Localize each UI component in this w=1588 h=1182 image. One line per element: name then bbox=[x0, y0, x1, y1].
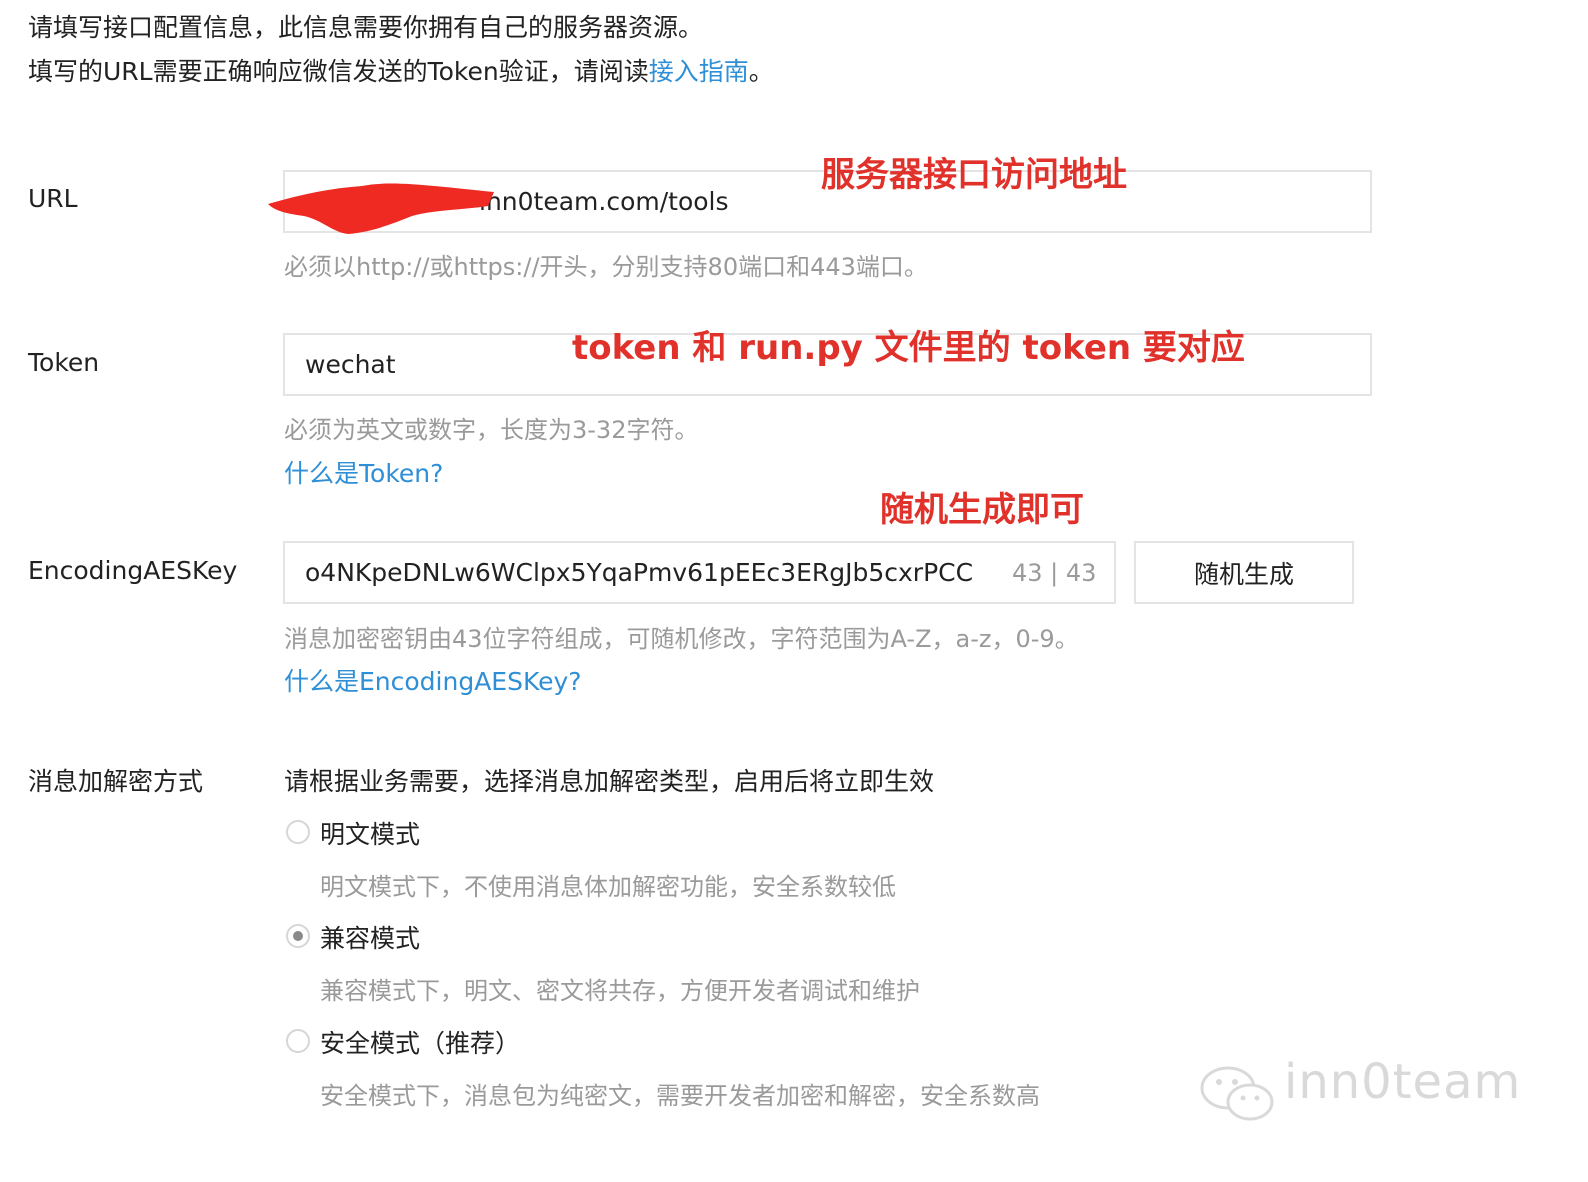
what-is-token-link[interactable]: 什么是Token? bbox=[284, 454, 443, 490]
secure-mode-label[interactable]: 安全模式（推荐） bbox=[320, 1024, 520, 1060]
wechat-logo-icon bbox=[1200, 1066, 1274, 1121]
compatible-mode-label[interactable]: 兼容模式 bbox=[320, 919, 420, 955]
plaintext-mode-desc: 明文模式下，不使用消息体加解密功能，安全系数较低 bbox=[320, 873, 896, 901]
intro-line-2: 填写的URL需要正确响应微信发送的Token验证，请阅读接入指南。 bbox=[28, 52, 774, 88]
compatible-mode-desc: 兼容模式下，明文、密文将共存，方便开发者调试和维护 bbox=[320, 977, 920, 1005]
what-is-aeskey-link[interactable]: 什么是EncodingAESKey? bbox=[284, 662, 582, 698]
plaintext-mode-label[interactable]: 明文模式 bbox=[320, 815, 420, 851]
url-hint: 必须以http://或https://开头，分别支持80端口和443端口。 bbox=[284, 253, 928, 281]
intro-line-2-text: 填写的URL需要正确响应微信发送的Token验证，请阅读 bbox=[28, 57, 649, 86]
secure-mode-radio[interactable] bbox=[286, 1029, 310, 1053]
compatible-mode-radio[interactable] bbox=[286, 924, 310, 948]
encryption-mode-label: 消息加解密方式 bbox=[28, 767, 204, 796]
token-annotation: token 和 run.py 文件里的 token 要对应 bbox=[572, 328, 1245, 368]
aeskey-hint: 消息加密密钥由43位字符组成，可随机修改，字符范围为A-Z，a-z，0-9。 bbox=[284, 625, 1079, 653]
intro-line-1: 请填写接口配置信息，此信息需要你拥有自己的服务器资源。 bbox=[28, 13, 704, 42]
url-label: URL bbox=[28, 184, 78, 213]
watermark-text: inn0team bbox=[1284, 1054, 1522, 1110]
token-label: Token bbox=[28, 348, 100, 377]
plaintext-mode-radio[interactable] bbox=[286, 820, 310, 844]
aeskey-input[interactable]: o4NKpeDNLw6WClpx5YqaPmv61pEEc3ERgJb5cxrP… bbox=[283, 541, 1116, 604]
aeskey-input-value: o4NKpeDNLw6WClpx5YqaPmv61pEEc3ERgJb5cxrP… bbox=[305, 558, 974, 587]
token-input-value: wechat bbox=[305, 350, 396, 379]
aeskey-char-counter: 43 | 43 bbox=[1012, 559, 1097, 587]
aeskey-label: EncodingAESKey bbox=[28, 556, 238, 585]
url-annotation: 服务器接口访问地址 bbox=[821, 155, 1127, 195]
intro-line-2-suffix: 。 bbox=[748, 57, 774, 86]
secure-mode-desc: 安全模式下，消息包为纯密文，需要开发者加密和解密，安全系数高 bbox=[320, 1082, 1040, 1110]
token-hint: 必须为英文或数字，长度为3-32字符。 bbox=[284, 416, 699, 444]
encryption-mode-description: 请根据业务需要，选择消息加解密类型，启用后将立即生效 bbox=[284, 767, 935, 796]
access-guide-link[interactable]: 接入指南 bbox=[649, 57, 749, 86]
aeskey-annotation: 随机生成即可 bbox=[880, 490, 1084, 530]
url-input-value: inn0team.com/tools bbox=[479, 187, 729, 216]
random-generate-button[interactable]: 随机生成 bbox=[1134, 541, 1354, 604]
redaction-scribble bbox=[268, 183, 494, 234]
